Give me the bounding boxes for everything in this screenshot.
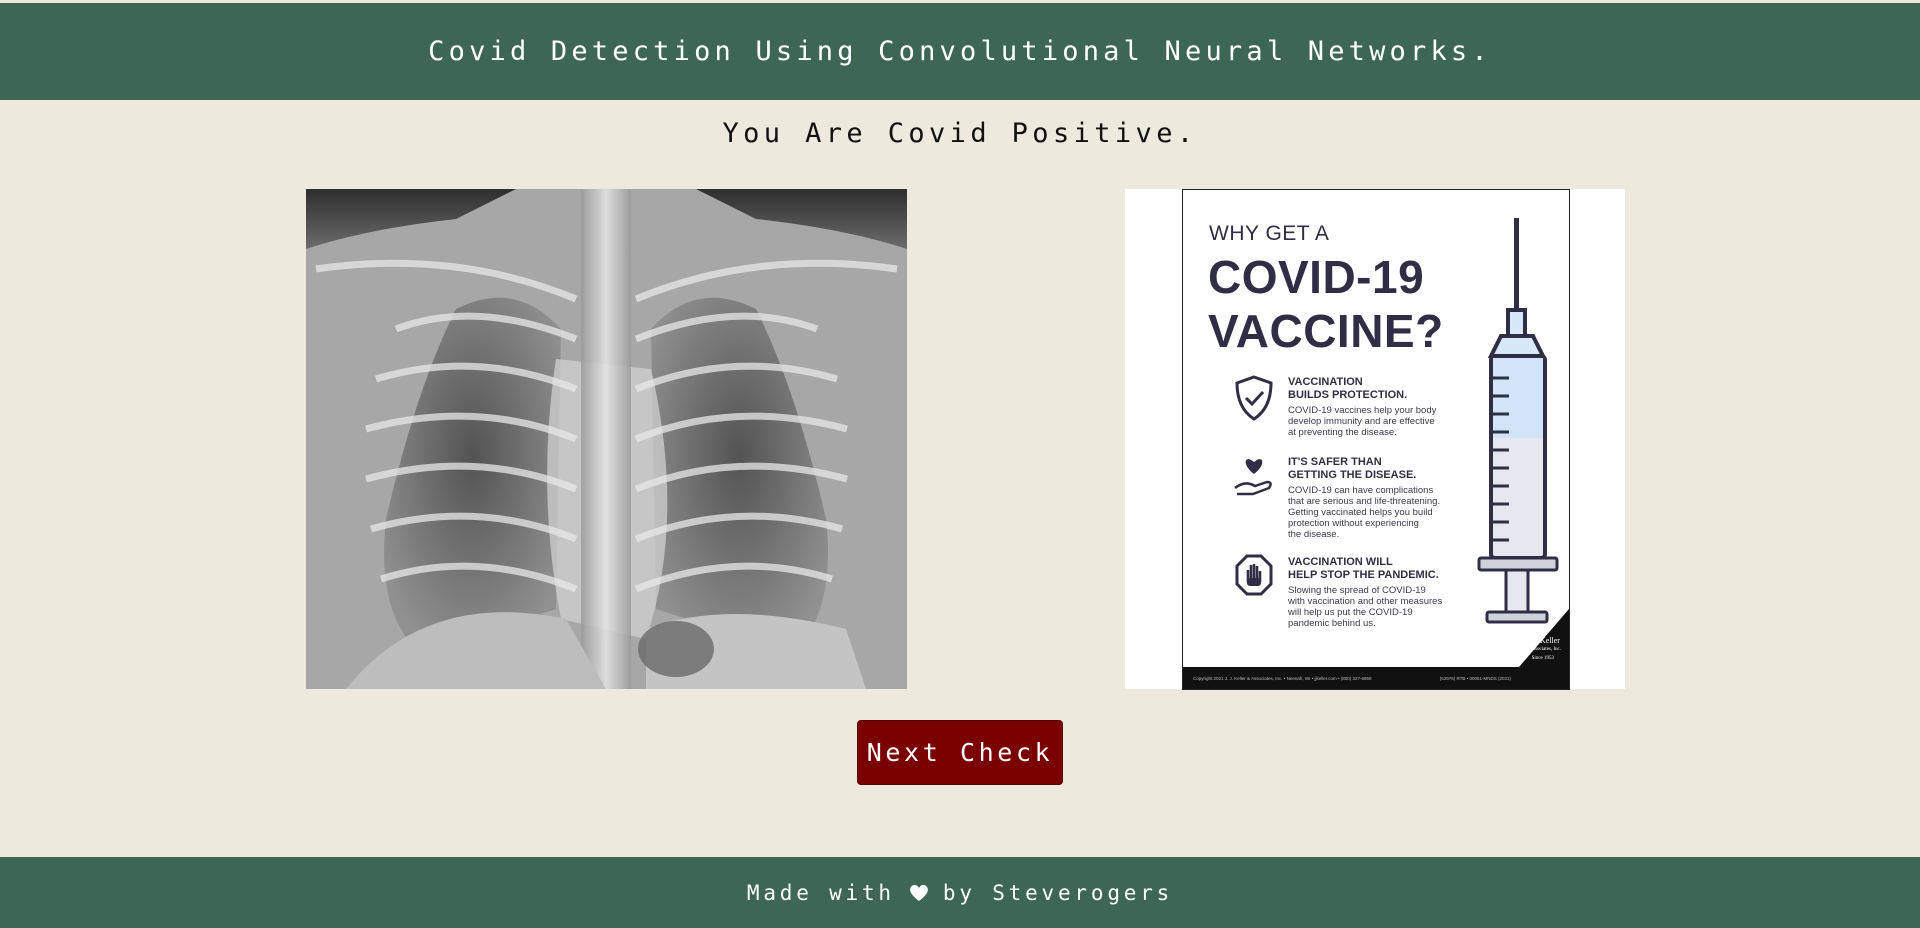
poster-line2: COVID-19 xyxy=(1208,251,1425,303)
section-1-heading-2: BUILDS PROTECTION. xyxy=(1288,389,1408,401)
next-check-button[interactable]: Next Check xyxy=(857,720,1063,785)
shield-check-icon xyxy=(1235,375,1273,421)
heart-icon xyxy=(910,884,928,901)
section-2-body: COVID-19 can have complications that are… xyxy=(1288,485,1448,540)
poster-footer: Copyright 2021 J. J. Keller & Associates… xyxy=(1183,667,1569,689)
poster-logo: J. J. Keller & Associates, Inc. Since 19… xyxy=(1525,636,1561,663)
xray-illustration xyxy=(306,189,907,689)
section-2-heading-2: GETTING THE DISEASE. xyxy=(1288,469,1417,481)
section-2-heading-1: IT'S SAFER THAN xyxy=(1288,456,1382,468)
section-3-line: Slowing the spread of COVID-19 xyxy=(1288,585,1426,596)
section-3-heading-1: VACCINATION WILL xyxy=(1288,556,1393,568)
section-2-line: Getting vaccinated helps you build xyxy=(1288,507,1433,518)
section-2-line: protection without experiencing xyxy=(1288,518,1419,529)
section-1-body: COVID-19 vaccines help your body develop… xyxy=(1288,405,1448,438)
poster-line3: VACCINE? xyxy=(1208,305,1444,358)
heart-hand-icon xyxy=(1234,459,1272,496)
poster-footer-left: Copyright 2021 J. J. Keller & Associates… xyxy=(1193,676,1372,681)
poster-footer-right: (63976) RTB • 00051-MNDS (2021) xyxy=(1439,676,1511,681)
section-1-line: COVID-19 vaccines help your body xyxy=(1288,405,1437,416)
footer-author: by Steverogers xyxy=(942,880,1174,905)
section-1-line: at preventing the disease. xyxy=(1288,427,1397,438)
section-1-heading-1: VACCINATION xyxy=(1288,376,1363,388)
section-1-line: develop immunity and are effective xyxy=(1288,416,1435,427)
vaccine-poster: WHY GET A COVID-19 VACCINE? VACCINATION … xyxy=(1125,189,1625,690)
page-title: Covid Detection Using Convolutional Neur… xyxy=(428,36,1492,67)
logo-line-1: J. J. Keller xyxy=(1525,636,1560,645)
poster-headline: COVID-19 VACCINE? xyxy=(1208,250,1444,359)
poster-section-2: IT'S SAFER THAN GETTING THE DISEASE. COV… xyxy=(1288,456,1448,540)
poster-card: WHY GET A COVID-19 VACCINE? VACCINATION … xyxy=(1182,189,1570,690)
top-header: Covid Detection Using Convolutional Neur… xyxy=(0,3,1920,100)
syringe-icon xyxy=(1477,218,1559,624)
poster-section-3: VACCINATION WILL HELP STOP THE PANDEMIC.… xyxy=(1288,556,1448,629)
section-3-line: pandemic behind us. xyxy=(1288,618,1376,629)
footer-made-with: Made with xyxy=(746,880,895,905)
section-2-line: the disease. xyxy=(1288,529,1340,540)
section-3-heading-2: HELP STOP THE PANDEMIC. xyxy=(1288,569,1439,581)
logo-line-2: & Associates, Inc. xyxy=(1524,647,1561,652)
section-2-line: COVID-19 can have complications xyxy=(1288,485,1434,496)
section-3-body: Slowing the spread of COVID-19 with vacc… xyxy=(1288,585,1448,629)
section-3-line: with vaccination and other measures xyxy=(1288,596,1443,607)
poster-section-1: VACCINATION BUILDS PROTECTION. COVID-19 … xyxy=(1288,376,1448,438)
page-footer: Made with by Steverogers xyxy=(0,857,1920,928)
poster-line1: WHY GET A xyxy=(1209,222,1330,245)
logo-line-3: Since 1953 xyxy=(1531,656,1554,661)
prediction-result: You Are Covid Positive. xyxy=(722,118,1198,149)
xray-image xyxy=(306,189,907,689)
section-2-line: that are serious and life-threatening. xyxy=(1288,496,1441,507)
section-3-line: will help us put the COVID-19 xyxy=(1288,607,1413,618)
stop-hand-icon xyxy=(1235,554,1273,596)
